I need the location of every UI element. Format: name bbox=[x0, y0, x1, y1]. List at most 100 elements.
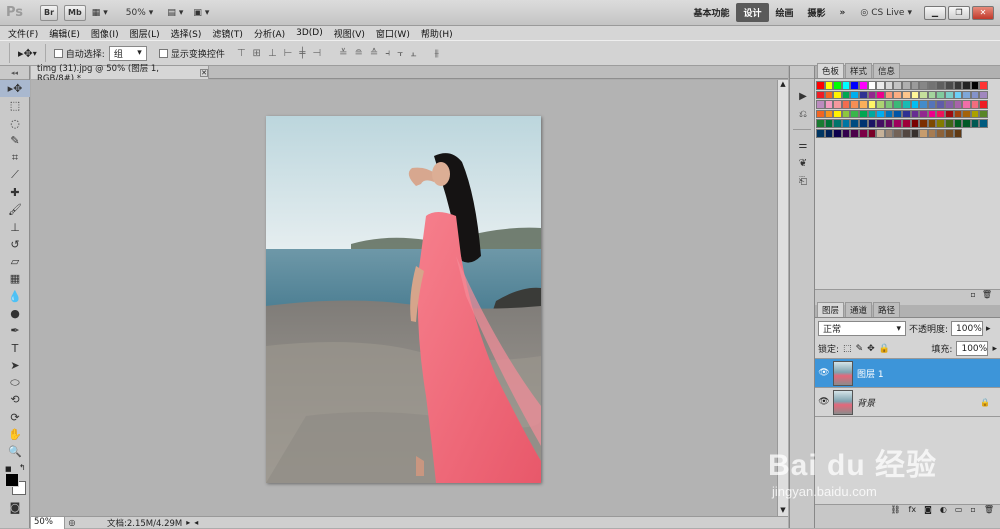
hand-tool-icon[interactable]: ✋ bbox=[0, 426, 30, 443]
screen-mode-dropdown[interactable]: ▣ ▾ bbox=[193, 5, 209, 21]
align-right-icon[interactable]: ⊣ bbox=[312, 48, 321, 59]
color-swatch[interactable] bbox=[858, 119, 868, 128]
color-swatch[interactable] bbox=[824, 100, 834, 109]
color-swatch[interactable] bbox=[944, 109, 954, 119]
new-group-icon[interactable]: ▭ bbox=[955, 505, 963, 516]
color-swatch[interactable] bbox=[953, 90, 963, 100]
workspace-design[interactable]: 设计 bbox=[736, 3, 769, 22]
3d-orbit-tool-icon[interactable]: ⟳ bbox=[0, 409, 30, 426]
color-swatch[interactable] bbox=[910, 81, 920, 90]
color-swatch[interactable] bbox=[936, 109, 945, 119]
color-swatch[interactable] bbox=[927, 128, 937, 138]
eyedropper-tool-icon[interactable]: ⟋ bbox=[0, 166, 30, 183]
color-swatch[interactable] bbox=[876, 109, 885, 119]
color-swatch[interactable] bbox=[833, 109, 842, 119]
auto-select-target-select[interactable]: 组 ▾ bbox=[108, 45, 147, 61]
color-swatch[interactable] bbox=[944, 128, 954, 138]
tools-collapse-icon[interactable]: ◂◂ bbox=[0, 66, 29, 80]
color-swatch[interactable] bbox=[901, 128, 911, 138]
color-swatch[interactable] bbox=[953, 128, 963, 138]
color-swatch[interactable] bbox=[936, 128, 945, 138]
menu-help[interactable]: 帮助(H) bbox=[421, 27, 453, 40]
gradient-tool-icon[interactable]: ▦ bbox=[0, 270, 30, 287]
bridge-button[interactable]: Br bbox=[40, 4, 59, 21]
blend-mode-select[interactable]: 正常 ▾ bbox=[818, 321, 906, 336]
color-swatch[interactable] bbox=[884, 128, 894, 138]
show-transform-controls-checkbox[interactable]: 显示变换控件 bbox=[158, 47, 225, 60]
restore-button[interactable]: ❐ bbox=[948, 5, 970, 20]
color-swatch[interactable] bbox=[833, 119, 842, 128]
color-swatch[interactable] bbox=[884, 119, 894, 128]
distribute-left-icon[interactable]: ⫞ bbox=[385, 48, 390, 59]
clone-stamp-tool-icon[interactable]: ⊥ bbox=[0, 218, 30, 235]
color-swatch[interactable] bbox=[867, 128, 877, 138]
color-swatch[interactable] bbox=[910, 109, 920, 119]
color-swatch[interactable] bbox=[876, 100, 885, 109]
blur-tool-icon[interactable]: 💧 bbox=[0, 288, 30, 305]
menu-file[interactable]: 文件(F) bbox=[8, 27, 38, 40]
view-extras-dropdown[interactable]: ▦ ▾ bbox=[92, 5, 108, 21]
swap-colors-icon[interactable]: ↰ bbox=[19, 463, 26, 472]
color-swatch[interactable] bbox=[858, 128, 868, 138]
color-swatch[interactable] bbox=[816, 90, 825, 100]
distribute-vcenter-icon[interactable]: ≘ bbox=[355, 48, 363, 59]
color-swatch[interactable] bbox=[910, 119, 920, 128]
color-swatch[interactable] bbox=[901, 109, 911, 119]
workspace-essentials[interactable]: 基本功能 bbox=[686, 3, 736, 22]
menu-3d[interactable]: 3D(D) bbox=[296, 28, 323, 38]
new-layer-icon[interactable]: ▫ bbox=[970, 505, 975, 516]
crop-tool-icon[interactable]: ⌗ bbox=[0, 149, 30, 166]
layer-row[interactable]: 👁 背景 🔒 bbox=[815, 388, 1000, 417]
status-menu-icon[interactable]: ▸ bbox=[186, 518, 190, 527]
path-selection-tool-icon[interactable]: ➤ bbox=[0, 357, 30, 374]
color-swatch[interactable] bbox=[867, 90, 877, 100]
menu-image[interactable]: 图像(I) bbox=[91, 27, 119, 40]
menu-layer[interactable]: 图层(L) bbox=[130, 27, 160, 40]
color-swatch[interactable] bbox=[936, 90, 945, 100]
color-swatch[interactable] bbox=[953, 100, 963, 109]
shape-tool-icon[interactable]: ⬭ bbox=[0, 374, 30, 391]
color-swatch[interactable] bbox=[867, 119, 877, 128]
color-swatch[interactable] bbox=[927, 109, 937, 119]
color-swatch[interactable] bbox=[867, 81, 877, 90]
color-swatch[interactable] bbox=[979, 90, 988, 100]
color-swatch[interactable] bbox=[850, 128, 859, 138]
color-swatch[interactable] bbox=[936, 81, 945, 90]
color-swatch[interactable] bbox=[910, 90, 920, 100]
color-swatch[interactable] bbox=[962, 109, 971, 119]
quick-select-tool-icon[interactable]: ✎ bbox=[0, 132, 30, 149]
color-swatch[interactable] bbox=[867, 100, 877, 109]
zoom-field[interactable]: 50% bbox=[31, 516, 65, 529]
status-icon[interactable]: ◎ bbox=[65, 518, 79, 527]
distribute-right-icon[interactable]: ⫠ bbox=[410, 48, 416, 59]
color-swatch[interactable] bbox=[841, 128, 851, 138]
color-swatch[interactable] bbox=[919, 128, 928, 138]
color-swatch[interactable] bbox=[970, 100, 980, 109]
scroll-down-icon[interactable]: ▼ bbox=[778, 506, 788, 516]
color-swatch[interactable] bbox=[953, 109, 963, 119]
swatch-grid[interactable] bbox=[815, 79, 1000, 289]
marquee-tool-icon[interactable]: ⬚ bbox=[0, 97, 30, 114]
color-swatch[interactable] bbox=[979, 119, 988, 128]
color-swatch[interactable] bbox=[858, 90, 868, 100]
distribute-bottom-icon[interactable]: ≙ bbox=[370, 48, 378, 59]
cs-live-button[interactable]: ◎ CS Live ▾ bbox=[860, 5, 912, 21]
menu-analysis[interactable]: 分析(A) bbox=[254, 27, 285, 40]
color-swatch[interactable] bbox=[833, 100, 842, 109]
tool-preset-picker[interactable]: ▸✥ ▾ bbox=[18, 47, 37, 60]
color-swatch[interactable] bbox=[867, 109, 877, 119]
clone-source-panel-icon[interactable]: ❦ bbox=[790, 154, 816, 172]
layer-mask-icon[interactable]: ◙ bbox=[924, 505, 932, 516]
color-swatch[interactable] bbox=[927, 119, 937, 128]
color-swatch[interactable] bbox=[893, 100, 902, 109]
zoom-tool-icon[interactable]: 🔍 bbox=[0, 443, 30, 460]
color-swatch[interactable] bbox=[841, 109, 851, 119]
color-swatch[interactable] bbox=[816, 100, 825, 109]
color-swatch[interactable] bbox=[850, 81, 859, 90]
color-swatch[interactable] bbox=[919, 100, 928, 109]
color-swatch[interactable] bbox=[824, 90, 834, 100]
color-swatch[interactable] bbox=[936, 119, 945, 128]
color-swatch[interactable] bbox=[824, 119, 834, 128]
more-workspaces-button[interactable]: » bbox=[833, 5, 853, 21]
color-swatch[interactable] bbox=[944, 119, 954, 128]
